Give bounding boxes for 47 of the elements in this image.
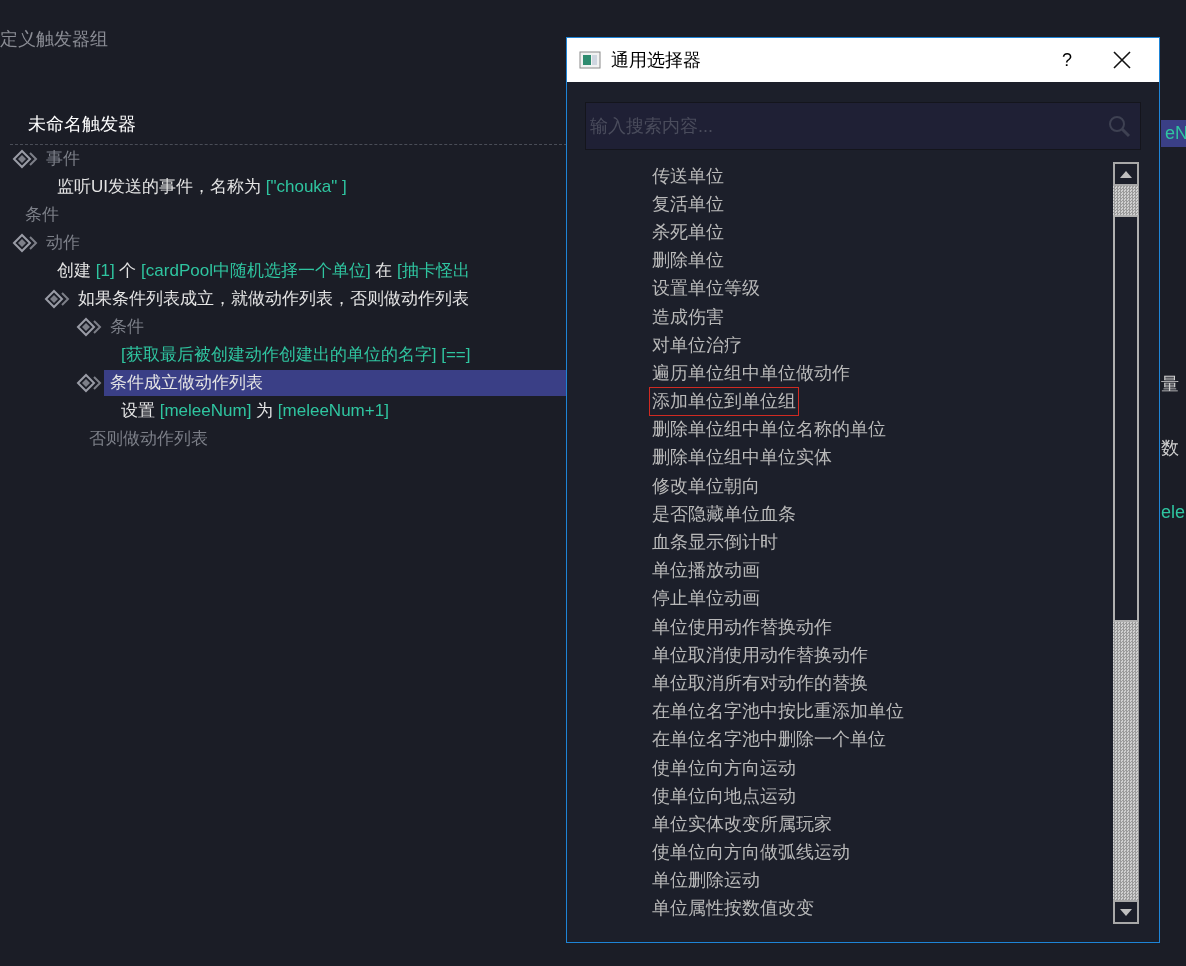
search-icon	[1107, 114, 1131, 138]
list-item[interactable]: 删除单位组中单位实体	[649, 443, 835, 473]
list-item[interactable]: 对单位治疗	[649, 330, 745, 360]
list-item[interactable]: 停止单位动画	[649, 584, 763, 614]
scroll-down-button[interactable]	[1113, 900, 1139, 924]
list-item[interactable]: 使单位向方向做弧线运动	[649, 838, 853, 868]
scroll-up-button[interactable]	[1113, 162, 1139, 186]
list-item[interactable]: 单位使用动作替换动作	[649, 612, 835, 642]
diamond-icon[interactable]	[76, 317, 104, 337]
up-arrow-icon	[1120, 170, 1132, 178]
cut-off-text: 量	[1161, 372, 1179, 396]
cut-off-text: ele	[1161, 500, 1186, 524]
list-item[interactable]: 添加单位到单位组	[649, 387, 799, 417]
diamond-icon[interactable]	[12, 233, 40, 253]
dialog-title: 通用选择器	[611, 48, 702, 72]
list-item[interactable]: 在单位名字池中删除一个单位	[649, 725, 889, 755]
diamond-icon[interactable]	[44, 289, 72, 309]
list-item[interactable]: 单位属性按数值改变	[649, 894, 817, 924]
list-item[interactable]: 删除单位	[649, 246, 727, 276]
diamond-icon[interactable]	[76, 373, 104, 393]
list-item[interactable]: 单位取消所有对动作的替换	[649, 668, 871, 698]
cut-off-text: eN	[1161, 119, 1186, 147]
trigger-name: 未命名触发器	[28, 114, 136, 134]
list-item[interactable]: 在单位名字池中按比重添加单位	[649, 697, 907, 727]
help-button[interactable]: ?	[1047, 42, 1087, 78]
list-item[interactable]: 单位删除运动	[649, 866, 763, 896]
list-item[interactable]: 复活单位	[649, 189, 727, 219]
window-icon	[579, 51, 601, 69]
panel-heading: 定义触发器组	[0, 28, 108, 51]
list-item[interactable]: 造成伤害	[649, 302, 727, 332]
list-item[interactable]: 杀死单位	[649, 217, 727, 247]
diamond-icon[interactable]	[12, 149, 40, 169]
scroll-thumb[interactable]	[1113, 214, 1139, 622]
list-item[interactable]: 单位播放动画	[649, 556, 763, 586]
list-item[interactable]: 使单位向方向运动	[649, 753, 799, 783]
list-item[interactable]: 单位实体改变所属玩家	[649, 809, 835, 839]
list-item[interactable]: 是否隐藏单位血条	[649, 499, 799, 529]
close-icon	[1113, 51, 1131, 69]
list-item[interactable]: 血条显示倒计时	[649, 528, 781, 558]
list-item[interactable]: 删除单位组中单位名称的单位	[649, 415, 889, 445]
list-item[interactable]: 使单位向地点运动	[649, 781, 799, 811]
list-item[interactable]: 设置单位等级	[649, 274, 763, 304]
cut-off-text: 数	[1161, 436, 1179, 460]
list-item[interactable]: 修改单位朝向	[649, 471, 763, 501]
list-item[interactable]: 传送单位	[649, 161, 727, 191]
list-item[interactable]: 单位取消使用动作替换动作	[649, 640, 871, 670]
down-arrow-icon	[1120, 908, 1132, 916]
